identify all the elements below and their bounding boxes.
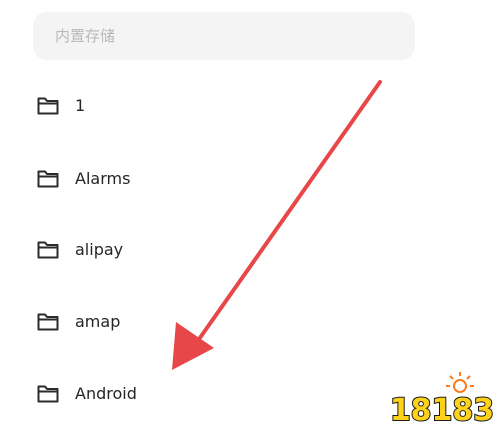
folder-name: Alarms: [75, 169, 131, 188]
folder-name: amap: [75, 312, 121, 331]
folder-icon: [37, 170, 59, 188]
folder-item-amap[interactable]: amap: [20, 300, 360, 344]
folder-item-alipay[interactable]: alipay: [20, 228, 360, 272]
folder-name: alipay: [75, 240, 124, 259]
logo-sun-icon: [446, 372, 474, 393]
logo-text: 18183: [390, 393, 494, 428]
folder-name: 1: [75, 96, 86, 115]
site-logo-watermark: 18183: [389, 372, 495, 429]
folder-item-alarms[interactable]: Alarms: [20, 157, 360, 201]
folder-icon: [37, 313, 59, 331]
folder-icon: [37, 241, 59, 259]
folder-item-1[interactable]: 1: [20, 84, 360, 128]
folder-item-android[interactable]: Android: [20, 372, 360, 416]
folder-name: Android: [75, 384, 137, 403]
folder-icon: [37, 385, 59, 403]
folder-icon: [37, 97, 59, 115]
